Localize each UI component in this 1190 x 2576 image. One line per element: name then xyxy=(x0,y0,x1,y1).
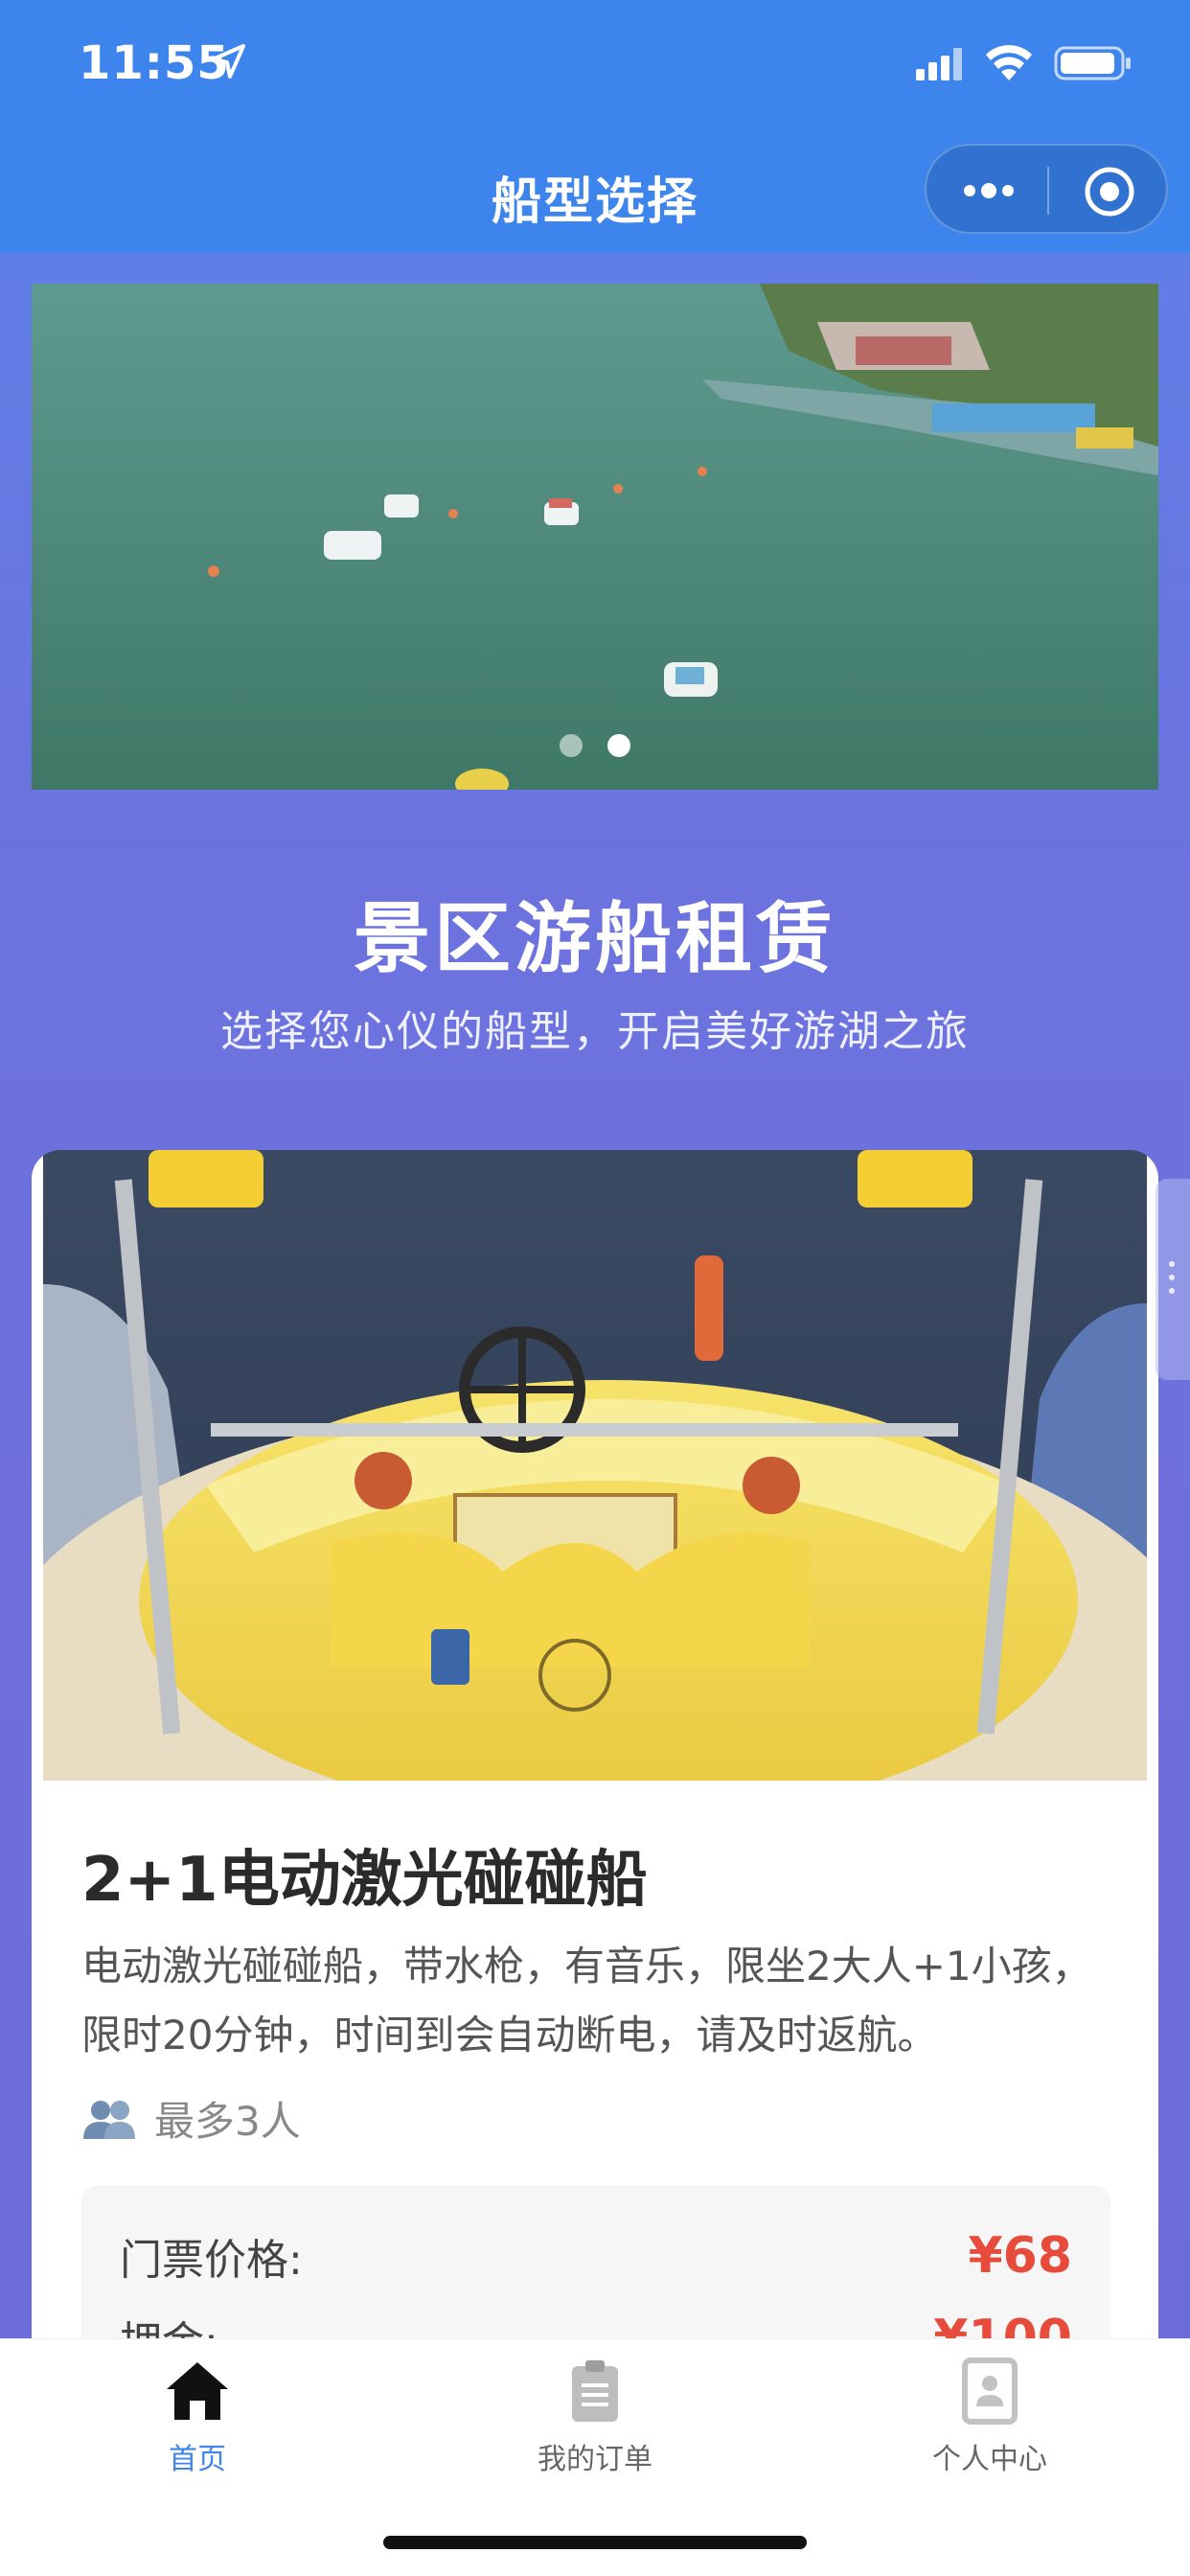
carousel-dot[interactable] xyxy=(560,734,583,757)
home-icon xyxy=(167,2362,228,2420)
boat-description: 电动激光碰碰船，带水枪，有音乐，限坐2大人+1小孩，限时20分钟，时间到会自动断… xyxy=(81,1943,1092,2058)
header: 11:55 船型选择 xyxy=(0,0,1190,253)
battery-icon xyxy=(1054,46,1131,80)
tab-profile-label: 个人中心 xyxy=(932,2443,1047,2476)
ticket-price-row: 门票价格: ¥68 xyxy=(120,2225,1072,2287)
tab-orders[interactable]: 我的订单 xyxy=(451,2357,739,2477)
tab-orders-label: 我的订单 xyxy=(538,2443,652,2476)
boat-photo xyxy=(43,1150,1147,1781)
ticket-price-value: ¥68 xyxy=(968,2227,1072,2285)
orders-icon xyxy=(572,2360,618,2422)
close-program-icon[interactable] xyxy=(1083,165,1136,218)
more-options-icon[interactable] xyxy=(959,174,1018,207)
banner-carousel[interactable] xyxy=(32,284,1158,790)
banner-image xyxy=(32,284,1158,790)
cellular-signal-icon xyxy=(916,48,962,80)
wifi-icon xyxy=(986,45,1032,80)
people-icon xyxy=(83,2100,135,2139)
scroll-handle[interactable] xyxy=(1156,1179,1190,1380)
boat-name: 2+1电动激光碰碰船 xyxy=(81,1845,648,1916)
home-indicator xyxy=(383,2536,807,2549)
location-arrow-icon xyxy=(211,44,245,79)
intro-subtitle: 选择您心仪的船型，开启美好游湖之旅 xyxy=(220,1007,970,1056)
status-time: 11:55 xyxy=(79,36,230,90)
capsule-divider xyxy=(1047,167,1049,215)
capacity-text: 最多3人 xyxy=(154,2098,301,2145)
tab-home-label: 首页 xyxy=(169,2443,226,2476)
tab-home[interactable]: 首页 xyxy=(54,2357,341,2477)
capacity-row: 最多3人 xyxy=(81,2089,301,2148)
boat-image xyxy=(43,1150,1147,1781)
profile-icon xyxy=(962,2358,1018,2425)
ticket-price-label: 门票价格: xyxy=(120,2236,303,2285)
mini-program-capsule xyxy=(925,144,1168,234)
intro-title: 景区游船租赁 xyxy=(354,894,836,983)
carousel-indicators xyxy=(32,734,1158,757)
carousel-dot-active[interactable] xyxy=(607,734,630,757)
tab-profile[interactable]: 个人中心 xyxy=(846,2357,1133,2477)
